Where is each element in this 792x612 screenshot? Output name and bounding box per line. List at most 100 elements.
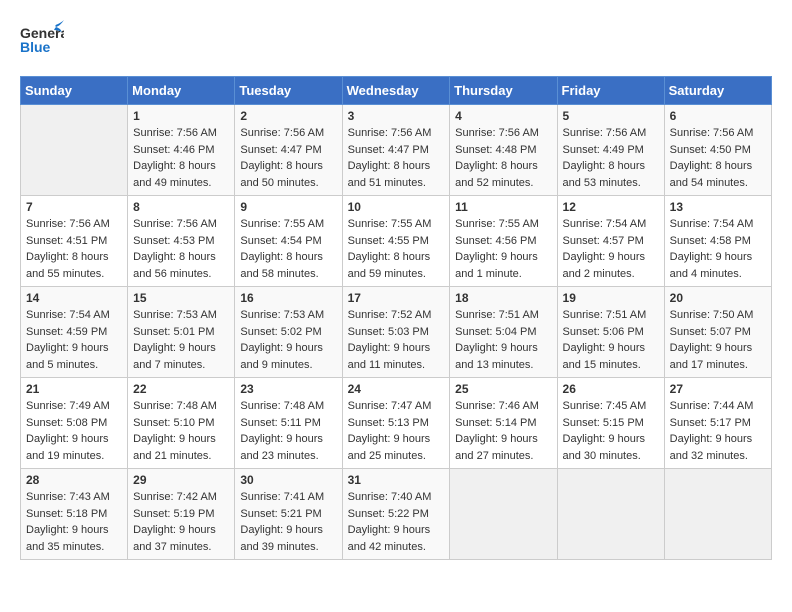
calendar-cell: 12 Sunrise: 7:54 AM Sunset: 4:57 PM Dayli… [557,196,664,287]
day-number: 26 [563,382,659,396]
weekday-header-sunday: Sunday [21,77,128,105]
day-info: Sunrise: 7:52 AM Sunset: 5:03 PM Dayligh… [348,307,445,373]
day-info: Sunrise: 7:43 AM Sunset: 5:18 PM Dayligh… [26,489,122,555]
calendar-cell: 6Sunrise: 7:56 AM Sunset: 4:50 PM Daylig… [664,105,771,196]
calendar-week-5: 28 Sunrise: 7:43 AM Sunset: 5:18 PM Dayli… [21,469,772,560]
day-number: 16 [240,291,336,305]
calendar-cell [450,469,557,560]
calendar-cell [557,469,664,560]
calendar-cell: 3 Sunrise: 7:56 AM Sunset: 4:47 PM Daylig… [342,105,450,196]
day-info: Sunrise: 7:56 AM Sunset: 4:51 PM Dayligh… [26,216,122,282]
calendar-cell [664,469,771,560]
day-info: Sunrise: 7:53 AM Sunset: 5:02 PM Dayligh… [240,307,336,373]
day-number: 17 [348,291,445,305]
day-number: 19 [563,291,659,305]
calendar-cell: 11Sunrise: 7:55 AM Sunset: 4:56 PM Dayli… [450,196,557,287]
day-info: Sunrise: 7:40 AM Sunset: 5:22 PM Dayligh… [348,489,445,555]
calendar-table: SundayMondayTuesdayWednesdayThursdayFrid… [20,76,772,560]
day-info: Sunrise: 7:44 AM Sunset: 5:17 PM Dayligh… [670,398,766,464]
day-info: Sunrise: 7:50 AM Sunset: 5:07 PM Dayligh… [670,307,766,373]
day-number: 24 [348,382,445,396]
calendar-cell: 16 Sunrise: 7:53 AM Sunset: 5:02 PM Dayli… [235,287,342,378]
day-info: Sunrise: 7:55 AM Sunset: 4:54 PM Dayligh… [240,216,336,282]
calendar-week-2: 7 Sunrise: 7:56 AM Sunset: 4:51 PM Daylig… [21,196,772,287]
calendar-cell: 15Sunrise: 7:53 AM Sunset: 5:01 PM Dayli… [128,287,235,378]
calendar-cell: 17 Sunrise: 7:52 AM Sunset: 5:03 PM Dayli… [342,287,450,378]
day-info: Sunrise: 7:54 AM Sunset: 4:58 PM Dayligh… [670,216,766,282]
day-number: 7 [26,200,122,214]
day-info: Sunrise: 7:56 AM Sunset: 4:49 PM Dayligh… [563,125,659,191]
day-info: Sunrise: 7:55 AM Sunset: 4:56 PM Dayligh… [455,216,551,282]
weekday-header-thursday: Thursday [450,77,557,105]
day-number: 28 [26,473,122,487]
day-number: 20 [670,291,766,305]
day-info: Sunrise: 7:56 AM Sunset: 4:50 PM Dayligh… [670,125,766,191]
calendar-cell: 25 Sunrise: 7:46 AM Sunset: 5:14 PM Dayli… [450,378,557,469]
weekday-header-saturday: Saturday [664,77,771,105]
calendar-cell: 23 Sunrise: 7:48 AM Sunset: 5:11 PM Dayli… [235,378,342,469]
calendar-cell: 30Sunrise: 7:41 AM Sunset: 5:21 PM Dayli… [235,469,342,560]
calendar-cell: 4 Sunrise: 7:56 AM Sunset: 4:48 PM Daylig… [450,105,557,196]
calendar-cell: 26Sunrise: 7:45 AM Sunset: 5:15 PM Dayli… [557,378,664,469]
calendar-cell: 27 Sunrise: 7:44 AM Sunset: 5:17 PM Dayli… [664,378,771,469]
calendar-cell: 21Sunrise: 7:49 AM Sunset: 5:08 PM Dayli… [21,378,128,469]
day-info: Sunrise: 7:56 AM Sunset: 4:48 PM Dayligh… [455,125,551,191]
day-number: 8 [133,200,229,214]
calendar-cell: 13 Sunrise: 7:54 AM Sunset: 4:58 PM Dayli… [664,196,771,287]
weekday-header-friday: Friday [557,77,664,105]
weekday-header-wednesday: Wednesday [342,77,450,105]
day-info: Sunrise: 7:49 AM Sunset: 5:08 PM Dayligh… [26,398,122,464]
svg-text:Blue: Blue [20,39,51,55]
day-number: 22 [133,382,229,396]
day-number: 30 [240,473,336,487]
calendar-cell: 9 Sunrise: 7:55 AM Sunset: 4:54 PM Daylig… [235,196,342,287]
calendar-cell: 29Sunrise: 7:42 AM Sunset: 5:19 PM Dayli… [128,469,235,560]
calendar-cell: 1 Sunrise: 7:56 AM Sunset: 4:46 PM Daylig… [128,105,235,196]
day-number: 12 [563,200,659,214]
page-header: General Blue [20,20,772,60]
calendar-cell: 22 Sunrise: 7:48 AM Sunset: 5:10 PM Dayli… [128,378,235,469]
calendar-week-1: 1 Sunrise: 7:56 AM Sunset: 4:46 PM Daylig… [21,105,772,196]
day-number: 2 [240,109,336,123]
day-number: 29 [133,473,229,487]
calendar-cell: 31 Sunrise: 7:40 AM Sunset: 5:22 PM Dayli… [342,469,450,560]
weekday-header-monday: Monday [128,77,235,105]
day-number: 13 [670,200,766,214]
calendar-cell: 7 Sunrise: 7:56 AM Sunset: 4:51 PM Daylig… [21,196,128,287]
day-info: Sunrise: 7:46 AM Sunset: 5:14 PM Dayligh… [455,398,551,464]
day-number: 27 [670,382,766,396]
day-info: Sunrise: 7:51 AM Sunset: 5:06 PM Dayligh… [563,307,659,373]
calendar-cell: 18Sunrise: 7:51 AM Sunset: 5:04 PM Dayli… [450,287,557,378]
day-number: 25 [455,382,551,396]
calendar-body: 1 Sunrise: 7:56 AM Sunset: 4:46 PM Daylig… [21,105,772,560]
calendar-cell: 8Sunrise: 7:56 AM Sunset: 4:53 PM Daylig… [128,196,235,287]
calendar-cell: 20 Sunrise: 7:50 AM Sunset: 5:07 PM Dayli… [664,287,771,378]
day-info: Sunrise: 7:53 AM Sunset: 5:01 PM Dayligh… [133,307,229,373]
day-number: 14 [26,291,122,305]
day-number: 23 [240,382,336,396]
calendar-week-4: 21Sunrise: 7:49 AM Sunset: 5:08 PM Dayli… [21,378,772,469]
calendar-cell: 10Sunrise: 7:55 AM Sunset: 4:55 PM Dayli… [342,196,450,287]
day-info: Sunrise: 7:47 AM Sunset: 5:13 PM Dayligh… [348,398,445,464]
day-info: Sunrise: 7:48 AM Sunset: 5:11 PM Dayligh… [240,398,336,464]
calendar-cell [21,105,128,196]
day-info: Sunrise: 7:54 AM Sunset: 4:59 PM Dayligh… [26,307,122,373]
day-number: 3 [348,109,445,123]
day-info: Sunrise: 7:54 AM Sunset: 4:57 PM Dayligh… [563,216,659,282]
day-info: Sunrise: 7:56 AM Sunset: 4:46 PM Dayligh… [133,125,229,191]
day-info: Sunrise: 7:48 AM Sunset: 5:10 PM Dayligh… [133,398,229,464]
calendar-cell: 24 Sunrise: 7:47 AM Sunset: 5:13 PM Dayli… [342,378,450,469]
day-number: 31 [348,473,445,487]
day-number: 18 [455,291,551,305]
day-info: Sunrise: 7:56 AM Sunset: 4:47 PM Dayligh… [348,125,445,191]
day-info: Sunrise: 7:55 AM Sunset: 4:55 PM Dayligh… [348,216,445,282]
day-number: 9 [240,200,336,214]
day-number: 4 [455,109,551,123]
weekday-header-tuesday: Tuesday [235,77,342,105]
day-number: 1 [133,109,229,123]
weekday-header-row: SundayMondayTuesdayWednesdayThursdayFrid… [21,77,772,105]
calendar-cell: 19 Sunrise: 7:51 AM Sunset: 5:06 PM Dayli… [557,287,664,378]
day-info: Sunrise: 7:56 AM Sunset: 4:47 PM Dayligh… [240,125,336,191]
calendar-cell: 14 Sunrise: 7:54 AM Sunset: 4:59 PM Dayli… [21,287,128,378]
calendar-cell: 5Sunrise: 7:56 AM Sunset: 4:49 PM Daylig… [557,105,664,196]
